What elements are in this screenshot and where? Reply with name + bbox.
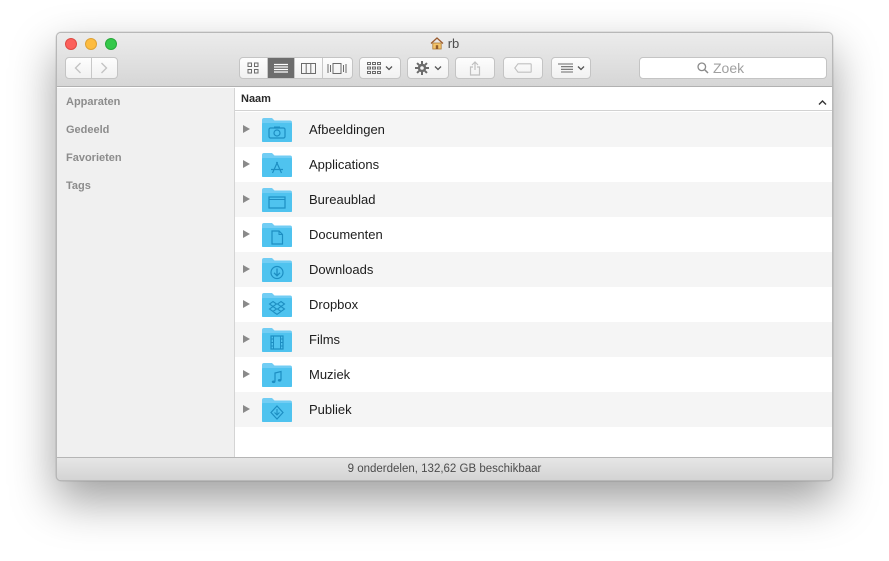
list-item-label: Bureaublad	[309, 192, 376, 207]
list-item-label: Downloads	[309, 262, 374, 277]
status-bar: 9 onderdelen, 132,62 GB beschikbaar	[57, 457, 832, 480]
sidebar-section-apparaten[interactable]: Apparaten	[66, 96, 120, 108]
arrange-grid-icon	[367, 62, 381, 74]
title-bar: rb	[57, 33, 832, 87]
action-button[interactable]	[407, 57, 449, 79]
list-item-label: Dropbox	[309, 297, 359, 312]
disclosure-triangle-icon[interactable]	[243, 265, 250, 273]
camera-icon	[262, 118, 292, 142]
sort-ascending-icon[interactable]	[818, 93, 827, 111]
list-item-documenten[interactable]: Documenten	[235, 217, 832, 252]
sort-lines-icon	[557, 62, 573, 73]
list-item-films[interactable]: Films	[235, 322, 832, 357]
public-icon	[262, 398, 292, 422]
film-icon	[262, 328, 292, 352]
list-item-label: Applications	[309, 157, 380, 172]
column-header: Naam	[235, 88, 832, 111]
disclosure-triangle-icon[interactable]	[243, 195, 250, 203]
list-item-applications[interactable]: Applications	[235, 147, 832, 182]
icon-view-icon	[247, 62, 259, 74]
chevron-right-icon	[101, 62, 108, 74]
disclosure-triangle-icon[interactable]	[243, 160, 250, 168]
navigation-segment	[65, 57, 118, 79]
dropbox-icon	[262, 293, 292, 317]
list-item-muziek[interactable]: Muziek	[235, 357, 832, 392]
disclosure-triangle-icon[interactable]	[243, 370, 250, 378]
view-mode-segment	[239, 57, 353, 79]
column-view-icon	[300, 62, 316, 74]
disclosure-triangle-icon[interactable]	[243, 405, 250, 413]
share-icon	[469, 60, 481, 76]
window-title: rb	[57, 36, 832, 53]
cover-flow-icon	[327, 62, 347, 74]
sidebar-section-tags[interactable]: Tags	[66, 180, 91, 192]
chevron-down-icon	[434, 66, 441, 71]
gear-icon	[414, 61, 429, 75]
finder-window: rb Zoek Apparaten Gedeeld Favorieten Tag…	[56, 32, 833, 481]
list-item-dropbox[interactable]: Dropbox	[235, 287, 832, 322]
music-note-icon	[262, 363, 292, 387]
back-button[interactable]	[66, 58, 92, 78]
disclosure-triangle-icon[interactable]	[243, 335, 250, 343]
file-list: Afbeeldingen Applications Bureaublad Doc…	[235, 112, 832, 427]
tag-icon	[514, 63, 532, 73]
document-icon	[262, 223, 292, 247]
list-item-label: Muziek	[309, 367, 351, 382]
chevron-left-icon	[74, 62, 82, 74]
list-item-publiek[interactable]: Publiek	[235, 392, 832, 427]
sort-button[interactable]	[551, 57, 591, 79]
list-item-label: Afbeeldingen	[309, 122, 385, 137]
share-button[interactable]	[455, 57, 495, 79]
list-item-afbeeldingen[interactable]: Afbeeldingen	[235, 112, 832, 147]
search-input[interactable]	[713, 60, 769, 76]
app-store-icon	[262, 153, 292, 177]
chevron-down-icon	[577, 66, 584, 71]
list-item-label: Documenten	[309, 227, 383, 242]
sidebar: Apparaten Gedeeld Favorieten Tags	[57, 88, 235, 457]
list-item-label: Films	[309, 332, 341, 347]
home-icon	[430, 37, 444, 53]
download-icon	[262, 258, 292, 282]
disclosure-triangle-icon[interactable]	[243, 230, 250, 238]
sidebar-section-favorieten[interactable]: Favorieten	[66, 152, 122, 164]
list-item-downloads[interactable]: Downloads	[235, 252, 832, 287]
search-icon	[697, 62, 709, 74]
tags-button[interactable]	[503, 57, 543, 79]
disclosure-triangle-icon[interactable]	[243, 125, 250, 133]
sidebar-section-gedeeld[interactable]: Gedeeld	[66, 124, 109, 136]
list-item-bureaublad[interactable]: Bureaublad	[235, 182, 832, 217]
search-field[interactable]	[639, 57, 827, 79]
column-view-button[interactable]	[295, 58, 323, 78]
list-view-button[interactable]	[267, 58, 296, 78]
window-title-text: rb	[447, 36, 460, 51]
list-item-label: Publiek	[309, 402, 352, 417]
cover-flow-button[interactable]	[323, 58, 352, 78]
forward-button[interactable]	[92, 58, 117, 78]
list-view-icon	[273, 63, 288, 73]
chevron-down-icon	[385, 66, 393, 71]
disclosure-triangle-icon[interactable]	[243, 300, 250, 308]
icon-view-button[interactable]	[240, 58, 268, 78]
arrange-button[interactable]	[359, 57, 401, 79]
desktop-icon	[262, 188, 292, 212]
column-name-header[interactable]: Naam	[241, 93, 271, 105]
